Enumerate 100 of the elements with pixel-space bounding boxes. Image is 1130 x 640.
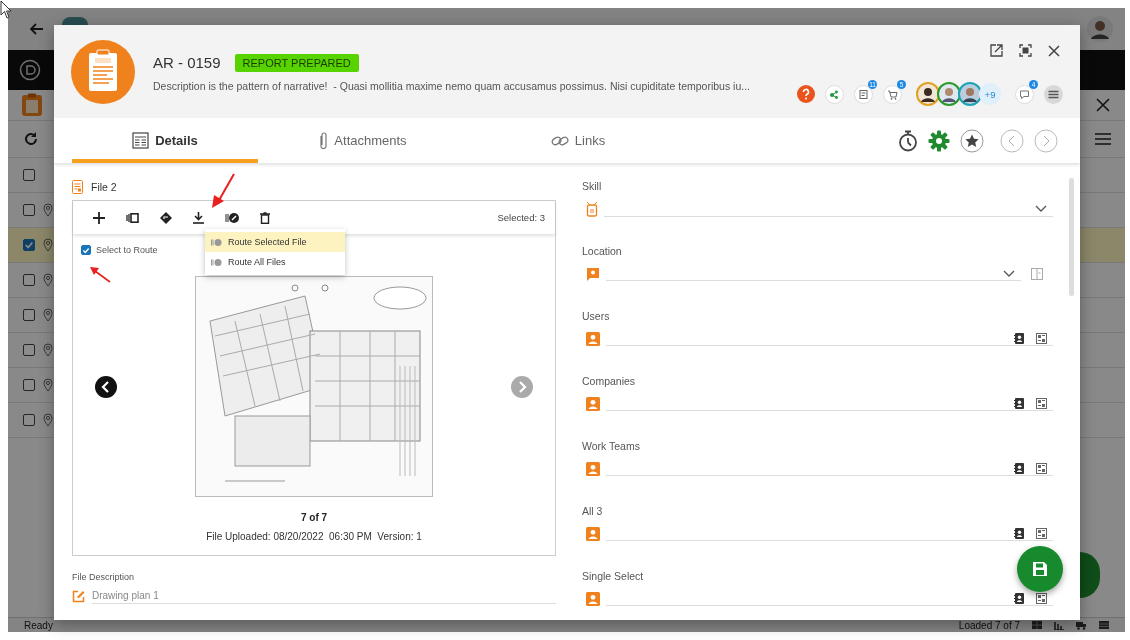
file-icon xyxy=(72,180,83,194)
status-text: Ready xyxy=(24,619,53,631)
contacts-icon[interactable] xyxy=(1014,332,1024,344)
close-icon[interactable] xyxy=(1048,44,1060,57)
user-avatar[interactable] xyxy=(1087,16,1113,42)
location-pin-icon xyxy=(43,378,53,392)
truck-icon[interactable] xyxy=(1076,620,1087,630)
person-icon xyxy=(586,396,600,411)
location-pin-icon xyxy=(43,343,53,357)
field-label: Location xyxy=(582,245,623,257)
floating-button[interactable] xyxy=(1080,552,1100,598)
location-pin-icon xyxy=(43,413,53,427)
input-field[interactable] xyxy=(606,331,1053,346)
record-id: AR - 0159 xyxy=(153,54,221,71)
maximize-icon[interactable] xyxy=(1019,44,1032,57)
person-avatar[interactable] xyxy=(937,82,961,106)
contacts-icon[interactable] xyxy=(1014,592,1024,604)
refresh-icon[interactable] xyxy=(23,131,39,147)
field-label: Companies xyxy=(582,375,637,387)
details-icon xyxy=(132,132,150,149)
back-arrow-icon[interactable] xyxy=(30,23,44,35)
input-field[interactable] xyxy=(606,396,1053,411)
qr-code-icon[interactable] xyxy=(1036,462,1047,474)
timer-icon[interactable] xyxy=(898,129,918,152)
checkbox[interactable] xyxy=(23,204,35,216)
delete-icon[interactable] xyxy=(260,211,270,224)
bar-chart-icon[interactable] xyxy=(1054,620,1064,630)
file-info: File Uploaded: 08/20/2022 06:30 PM Version: 1 xyxy=(206,531,422,542)
contacts-icon[interactable] xyxy=(1014,462,1024,474)
qr-code-icon[interactable] xyxy=(1036,397,1047,409)
field-label: File Description xyxy=(72,572,136,582)
checkbox[interactable] xyxy=(23,169,35,181)
cart-icon[interactable] xyxy=(883,84,902,104)
checkbox[interactable] xyxy=(23,379,35,391)
person-icon xyxy=(586,591,600,606)
page-indicator: 7 of 7 xyxy=(300,512,328,523)
tab[interactable]: Links xyxy=(528,118,628,163)
menu-icon[interactable] xyxy=(1095,133,1111,145)
checkbox[interactable] xyxy=(23,239,35,251)
route-icon[interactable] xyxy=(225,211,239,224)
open-external-icon[interactable] xyxy=(990,44,1003,57)
report-icon xyxy=(71,39,135,104)
chat-icon[interactable] xyxy=(1015,84,1034,104)
person-icon xyxy=(586,331,600,346)
field-label: Work Teams xyxy=(582,440,641,452)
description-field[interactable]: Drawing plan 1 xyxy=(92,588,556,604)
loaded-count: Loaded 7 of 7 xyxy=(958,619,1020,631)
location-pin-icon xyxy=(43,308,53,322)
download-icon[interactable] xyxy=(193,211,204,224)
dropdown-caret-icon[interactable] xyxy=(1035,205,1047,212)
person-avatar[interactable] xyxy=(916,82,940,106)
contacts-icon[interactable] xyxy=(1014,397,1024,409)
location-pin-icon xyxy=(43,238,53,252)
annotation-arrow xyxy=(89,265,111,283)
badge-tag-icon xyxy=(586,201,598,217)
field-label: Users xyxy=(582,310,611,322)
avatar[interactable] xyxy=(62,17,88,25)
qr-code-icon[interactable] xyxy=(1036,592,1047,604)
link-icon xyxy=(550,133,569,148)
person-icon xyxy=(586,526,600,541)
menu-item[interactable]: Route Selected File xyxy=(205,232,345,252)
settings-icon[interactable] xyxy=(928,129,950,152)
field-label: Skill xyxy=(582,180,603,192)
description: Description is the pattern of narrative! - Quasi mollitia maxime nemo quam accusamus possimus. Nisi cupiditate temporibus iu... xyxy=(153,79,751,92)
checkbox[interactable] xyxy=(23,274,35,286)
person-avatar[interactable] xyxy=(958,82,982,106)
qr-code-icon[interactable] xyxy=(1036,527,1047,539)
location-pin-icon xyxy=(43,273,53,287)
file-title: File 2 xyxy=(91,181,117,193)
map-marker-icon xyxy=(586,266,600,281)
checkbox[interactable] xyxy=(81,245,91,255)
input-field[interactable] xyxy=(606,526,1053,541)
input-field[interactable] xyxy=(606,591,1053,606)
selected-count: Selected: 3 xyxy=(497,212,545,223)
checkbox[interactable] xyxy=(23,309,35,321)
more-people-badge[interactable]: +9 xyxy=(979,83,1001,105)
help-icon[interactable] xyxy=(797,85,815,103)
previous-button[interactable] xyxy=(95,375,117,398)
logo-icon[interactable] xyxy=(19,59,41,81)
tab[interactable]: Details xyxy=(72,118,258,163)
status-badge: REPORT PREPARED xyxy=(234,53,359,72)
scrollbar[interactable] xyxy=(1069,178,1074,296)
menu-icon[interactable] xyxy=(1044,84,1063,104)
dropdown-caret-icon[interactable] xyxy=(1003,269,1015,277)
qr-code-icon[interactable] xyxy=(1036,332,1047,344)
add-icon[interactable] xyxy=(93,211,105,224)
menu-item[interactable]: Route All Files xyxy=(205,252,345,272)
location-pin-icon xyxy=(43,203,53,217)
route-icon xyxy=(211,237,222,247)
edit-icon xyxy=(72,589,85,603)
input-field[interactable] xyxy=(606,461,1053,476)
close-icon[interactable] xyxy=(1096,98,1110,112)
network-icon[interactable] xyxy=(825,84,844,104)
tab[interactable]: Attachments xyxy=(298,118,428,163)
checkbox[interactable] xyxy=(23,414,35,426)
contacts-icon[interactable] xyxy=(1014,527,1024,539)
checkbox[interactable] xyxy=(23,344,35,356)
field-label: All 3 xyxy=(582,505,604,517)
clipboard-icon[interactable] xyxy=(21,93,43,117)
compare-icon[interactable] xyxy=(126,212,139,223)
